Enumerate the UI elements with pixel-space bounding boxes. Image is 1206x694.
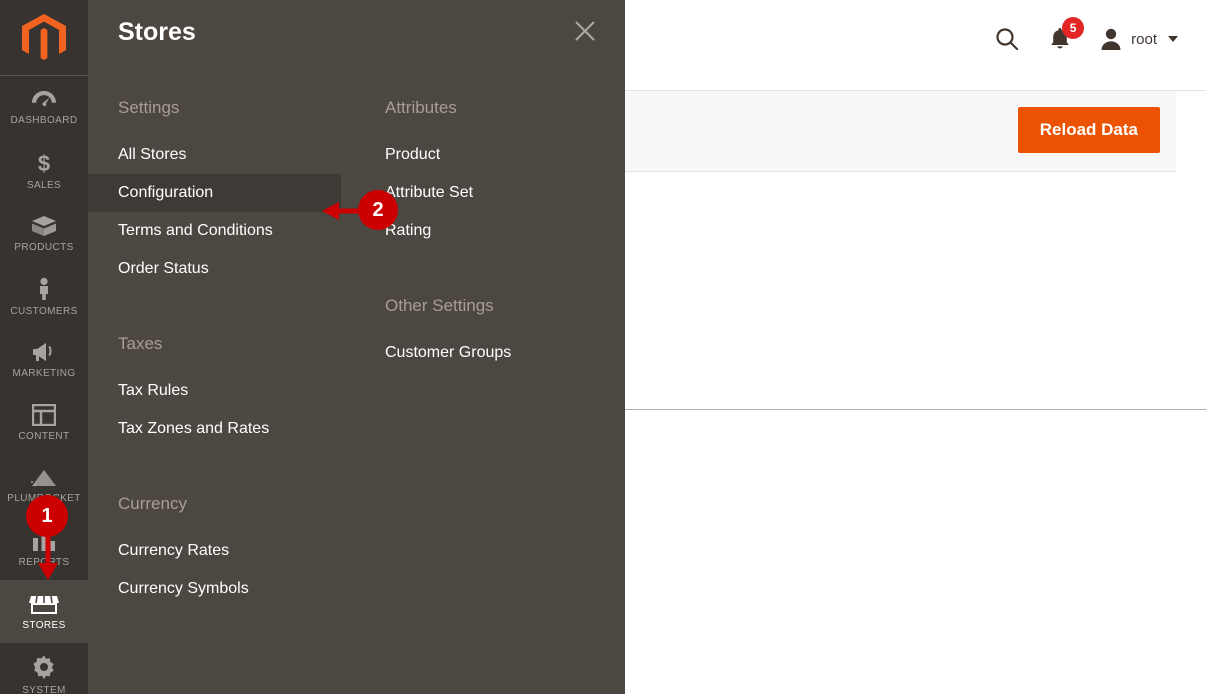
sidebar-item-label: PRODUCTS <box>14 241 74 253</box>
layout-icon <box>31 403 57 426</box>
sidebar-item-products[interactable]: PRODUCTS <box>0 202 88 265</box>
sidebar-item-system[interactable]: SYSTEM <box>0 643 88 694</box>
group-title: Other Settings <box>385 296 494 315</box>
person-icon <box>35 277 53 301</box>
store-icon <box>29 593 59 615</box>
menu-item-currency-symbols[interactable]: Currency Symbols <box>118 570 368 608</box>
menu-item-rating[interactable]: Rating <box>385 212 615 250</box>
group-title: Currency <box>118 494 187 513</box>
sidebar-item-sales[interactable]: $ SALES <box>0 139 88 202</box>
header-actions: 5 root <box>994 17 1178 52</box>
annotation-marker-1: 1 <box>26 495 68 537</box>
annotation-marker-2: 2 <box>358 190 398 230</box>
panel-column-right: Attributes Product Attribute Set Rating … <box>385 98 615 418</box>
dollar-icon: $ <box>35 151 53 176</box>
close-icon[interactable] <box>571 17 599 45</box>
menu-group-other-settings: Other Settings Customer Groups <box>385 296 615 372</box>
user-avatar-icon <box>1100 27 1122 51</box>
sidebar-item-label: DASHBOARD <box>10 114 78 126</box>
gear-icon <box>31 654 57 680</box>
menu-item-product[interactable]: Product <box>385 136 615 174</box>
menu-item-order-status[interactable]: Order Status <box>118 250 368 288</box>
menu-item-configuration[interactable]: Configuration <box>88 174 341 212</box>
svg-text:$: $ <box>38 151 50 175</box>
group-title: Taxes <box>118 334 163 353</box>
sidebar-item-customers[interactable]: CUSTOMERS <box>0 265 88 328</box>
menu-item-attribute-set[interactable]: Attribute Set <box>385 174 615 212</box>
sidebar-item-label: CUSTOMERS <box>10 305 78 317</box>
user-name: root <box>1131 30 1157 48</box>
notification-count-badge: 5 <box>1062 17 1085 39</box>
chevron-down-icon <box>1168 36 1178 42</box>
box-icon <box>31 215 57 237</box>
sidebar-item-stores[interactable]: STORES <box>0 580 88 643</box>
dashboard-icon <box>31 90 57 110</box>
reload-data-button[interactable]: Reload Data <box>1017 107 1160 153</box>
sidebar-item-content[interactable]: CONTENT <box>0 391 88 454</box>
menu-group-taxes: Taxes Tax Rules Tax Zones and Rates <box>118 334 368 448</box>
notifications-bell[interactable]: 5 <box>1048 17 1085 52</box>
menu-item-tax-zones-and-rates[interactable]: Tax Zones and Rates <box>118 410 368 448</box>
sidebar-item-label: CONTENT <box>18 430 70 442</box>
group-title: Settings <box>118 98 180 117</box>
stores-menu-panel: Stores Settings All Stores Configuration… <box>88 0 625 694</box>
menu-group-settings: Settings All Stores Configuration Terms … <box>88 98 368 288</box>
plumrocket-icon <box>29 468 59 488</box>
admin-sidebar: DASHBOARD $ SALES PRODUCTS CUSTOMERS MAR… <box>0 0 88 694</box>
group-title: Attributes <box>385 98 457 117</box>
sidebar-item-label: SALES <box>26 179 62 191</box>
sidebar-item-label: MARKETING <box>12 367 76 379</box>
sidebar-item-label: SYSTEM <box>22 684 66 694</box>
menu-item-customer-groups[interactable]: Customer Groups <box>385 334 615 372</box>
search-icon[interactable] <box>994 26 1020 52</box>
sidebar-item-marketing[interactable]: MARKETING <box>0 328 88 391</box>
menu-item-currency-rates[interactable]: Currency Rates <box>118 532 368 570</box>
user-menu[interactable]: root <box>1100 27 1178 51</box>
sidebar-item-label: STORES <box>22 619 66 631</box>
menu-item-all-stores[interactable]: All Stores <box>118 136 368 174</box>
app-root: 5 root Reload Data enable the c <box>0 0 1206 694</box>
panel-title: Stores <box>118 18 196 46</box>
magento-logo[interactable] <box>0 0 88 76</box>
menu-group-currency: Currency Currency Rates Currency Symbols <box>118 494 368 608</box>
menu-item-tax-rules[interactable]: Tax Rules <box>118 372 368 410</box>
megaphone-icon <box>30 341 58 363</box>
sidebar-item-dashboard[interactable]: DASHBOARD <box>0 76 88 139</box>
menu-group-attributes: Attributes Product Attribute Set Rating <box>385 98 615 250</box>
panel-column-left: Settings All Stores Configuration Terms … <box>88 98 368 654</box>
